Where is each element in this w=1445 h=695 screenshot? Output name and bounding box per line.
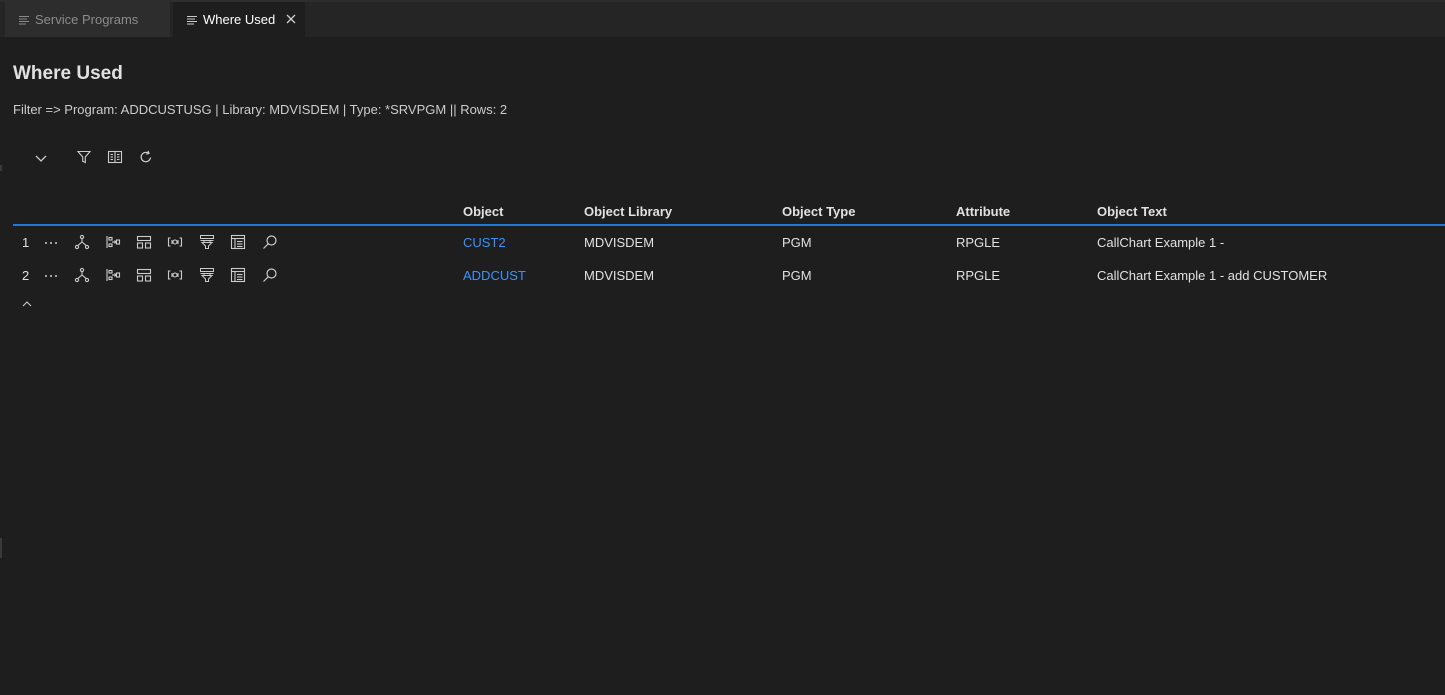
layout-icon[interactable] — [136, 234, 152, 250]
tab-where-used[interactable]: Where Used — [173, 2, 305, 37]
cell-object-text: CallChart Example 1 - — [1097, 235, 1225, 250]
object-link[interactable]: ADDCUST — [463, 268, 526, 283]
object-link[interactable]: CUST2 — [463, 235, 506, 250]
chevron-down-icon[interactable] — [33, 150, 49, 166]
search-icon[interactable] — [262, 234, 278, 250]
column-header-object[interactable]: Object — [463, 204, 503, 219]
page-title: Where Used — [13, 63, 123, 84]
cell-attribute: RPGLE — [956, 268, 1001, 283]
filter-icon[interactable] — [76, 149, 92, 165]
row-number: 2 — [22, 268, 30, 283]
table-row: 2 ADDCUST MDVISDEM PGM RPGLE CallChart E… — [13, 259, 1445, 289]
filter-grid-icon[interactable] — [199, 234, 215, 250]
cell-object-type: PGM — [782, 268, 812, 283]
cell-object-library: MDVISDEM — [584, 235, 655, 250]
list-icon — [19, 15, 29, 25]
flow-icon[interactable] — [105, 267, 121, 283]
column-header-object-library[interactable]: Object Library — [584, 204, 672, 219]
cell-attribute: RPGLE — [956, 235, 1001, 250]
cell-object-text: CallChart Example 1 - add CUSTOMER — [1097, 268, 1328, 283]
tab-label: Service Programs — [35, 12, 139, 27]
chevron-up-icon[interactable] — [20, 297, 34, 311]
row-number: 1 — [22, 235, 30, 250]
table-header: Object Object Library Object Type Attrib… — [13, 200, 1445, 226]
tab-service-programs[interactable]: Service Programs — [5, 2, 170, 37]
edge-marker — [0, 165, 2, 171]
refresh-icon[interactable] — [138, 149, 154, 165]
edge-marker — [0, 538, 2, 558]
code-icon[interactable] — [167, 267, 183, 283]
filter-grid-icon[interactable] — [199, 267, 215, 283]
list-icon — [187, 15, 197, 25]
columns-icon[interactable] — [107, 149, 123, 165]
cell-object-library: MDVISDEM — [584, 268, 655, 283]
tab-bar: Service Programs Where Used — [0, 0, 1445, 37]
code-icon[interactable] — [167, 234, 183, 250]
flow-icon[interactable] — [105, 234, 121, 250]
column-header-object-type[interactable]: Object Type — [782, 204, 855, 219]
hierarchy-icon[interactable] — [74, 234, 90, 250]
more-icon[interactable] — [43, 267, 59, 283]
filter-summary: Filter => Program: ADDCUSTUSG | Library:… — [13, 102, 508, 117]
more-icon[interactable] — [43, 234, 59, 250]
table-row: 1 CUST2 MDVISDEM PGM RPGLE CallChart Exa… — [13, 226, 1445, 256]
column-header-object-text[interactable]: Object Text — [1097, 204, 1167, 219]
table-icon[interactable] — [230, 267, 246, 283]
hierarchy-icon[interactable] — [74, 267, 90, 283]
tab-label: Where Used — [203, 12, 276, 27]
cell-object-type: PGM — [782, 235, 812, 250]
search-icon[interactable] — [262, 267, 278, 283]
column-header-attribute[interactable]: Attribute — [956, 204, 1010, 219]
layout-icon[interactable] — [136, 267, 152, 283]
table-icon[interactable] — [230, 234, 246, 250]
close-icon[interactable] — [285, 13, 297, 25]
